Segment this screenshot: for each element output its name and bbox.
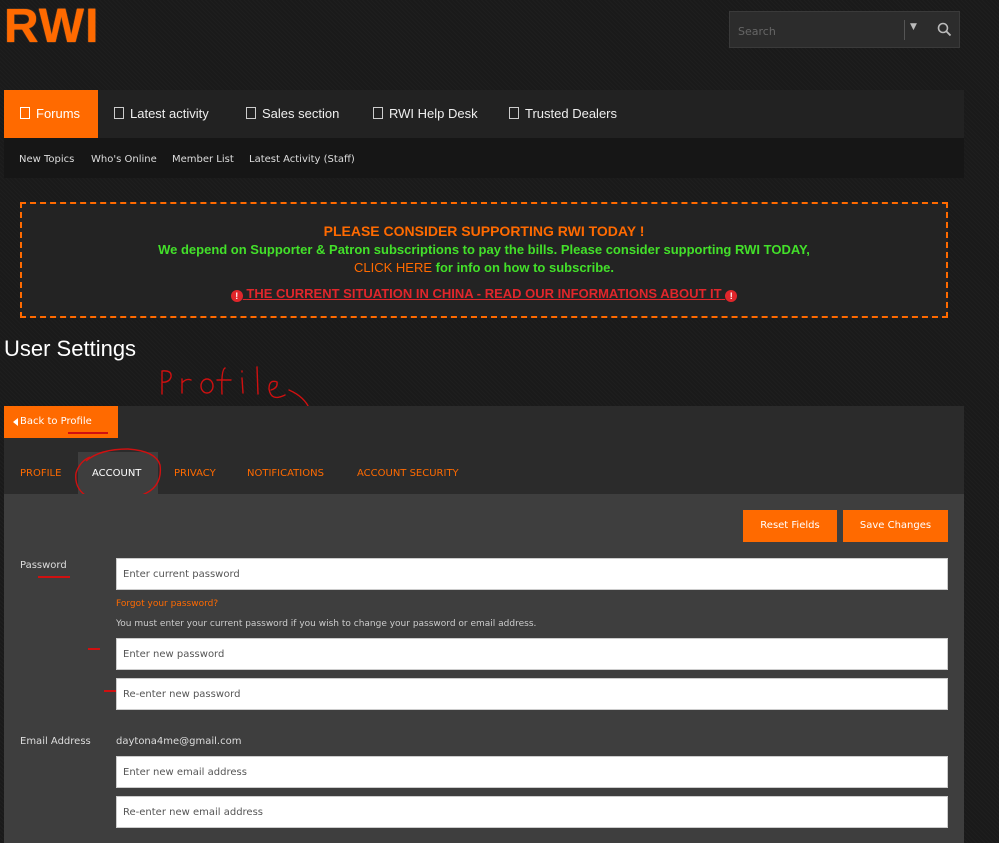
annotation-underline bbox=[68, 432, 108, 434]
page-icon bbox=[373, 107, 383, 119]
tab-notifications[interactable]: NOTIFICATIONS bbox=[247, 468, 324, 479]
current-password-input[interactable] bbox=[117, 559, 947, 589]
china-situation-text: THE CURRENT SITUATION IN CHINA - READ OU… bbox=[246, 286, 722, 301]
nav-forums[interactable]: Forums bbox=[4, 90, 98, 138]
subnav-new-topics[interactable]: New Topics bbox=[19, 138, 74, 181]
handwritten-profile-annotation bbox=[161, 366, 312, 411]
nav-label: RWI Help Desk bbox=[389, 106, 478, 121]
subnav-latest-activity-staff[interactable]: Latest Activity (Staff) bbox=[249, 138, 355, 181]
new-email-field[interactable] bbox=[116, 756, 948, 788]
nav-label: Sales section bbox=[262, 106, 340, 121]
forgot-password-link[interactable]: Forgot your password? bbox=[116, 599, 218, 609]
click-here-link[interactable]: CLICK HERE bbox=[354, 260, 432, 275]
page-icon bbox=[114, 107, 124, 119]
reenter-email-field[interactable] bbox=[116, 796, 948, 828]
warning-icon: ! bbox=[230, 290, 243, 302]
save-changes-button[interactable]: Save Changes bbox=[843, 510, 948, 542]
search-divider bbox=[904, 20, 905, 40]
page-icon bbox=[509, 107, 519, 119]
tab-profile[interactable]: PROFILE bbox=[20, 468, 61, 479]
new-password-field[interactable] bbox=[116, 638, 948, 670]
reenter-password-field[interactable] bbox=[116, 678, 948, 710]
new-email-input[interactable] bbox=[117, 757, 947, 787]
nav-label: Latest activity bbox=[130, 106, 209, 121]
reset-fields-button[interactable]: Reset Fields bbox=[743, 510, 837, 542]
subnav-member-list[interactable]: Member List bbox=[172, 138, 234, 181]
warning-icon: ! bbox=[725, 290, 738, 302]
site-logo[interactable]: RWI bbox=[4, 3, 99, 51]
back-button-label: Back to Profile bbox=[20, 416, 92, 427]
notice-text: We depend on Supporter & Patron subscrip… bbox=[158, 242, 810, 257]
nav-label: Trusted Dealers bbox=[525, 106, 617, 121]
china-situation-link[interactable]: ! THE CURRENT SITUATION IN CHINA - READ … bbox=[22, 286, 946, 302]
nav-help-desk[interactable]: RWI Help Desk bbox=[373, 90, 478, 138]
search-icon[interactable] bbox=[936, 21, 954, 39]
page-icon bbox=[246, 107, 256, 119]
annotation-dash bbox=[88, 648, 100, 650]
notice-heading: PLEASE CONSIDER SUPPORTING RWI TODAY ! bbox=[323, 223, 645, 239]
notice-subscribe-line: CLICK HERE for info on how to subscribe. bbox=[22, 260, 946, 275]
subnav-whos-online[interactable]: Who's Online bbox=[91, 138, 157, 181]
reenter-email-input[interactable] bbox=[117, 797, 947, 827]
current-password-field[interactable] bbox=[116, 558, 948, 590]
current-email-value: daytona4me@gmail.com bbox=[116, 736, 242, 747]
annotation-dash bbox=[104, 690, 116, 692]
annotation-underline bbox=[38, 576, 70, 578]
search-options-dropdown-icon[interactable]: ▼ bbox=[910, 22, 917, 32]
nav-trusted-dealers[interactable]: Trusted Dealers bbox=[509, 90, 617, 138]
password-hint: You must enter your current password if … bbox=[116, 619, 537, 629]
reenter-password-input[interactable] bbox=[117, 679, 947, 709]
nav-label: Forums bbox=[36, 106, 81, 121]
password-label: Password bbox=[20, 560, 67, 571]
tab-privacy[interactable]: PRIVACY bbox=[174, 468, 216, 479]
search-box[interactable]: ▼ bbox=[729, 11, 960, 48]
main-nav: Forums Latest activity Sales section RWI… bbox=[4, 90, 964, 138]
email-label: Email Address bbox=[20, 736, 91, 747]
sub-nav: New Topics Who's Online Member List Late… bbox=[4, 138, 964, 178]
support-notice: PLEASE CONSIDER SUPPORTING RWI TODAY ! W… bbox=[20, 202, 948, 318]
tab-account-security[interactable]: ACCOUNT SECURITY bbox=[357, 468, 459, 479]
page-title: User Settings bbox=[4, 336, 137, 361]
new-password-input[interactable] bbox=[117, 639, 947, 669]
search-input[interactable] bbox=[736, 20, 900, 42]
page-icon bbox=[20, 107, 30, 119]
notice-subscribe-text: for info on how to subscribe. bbox=[432, 260, 615, 275]
nav-latest-activity[interactable]: Latest activity bbox=[114, 90, 209, 138]
nav-sales-section[interactable]: Sales section bbox=[246, 90, 339, 138]
back-arrow-icon bbox=[13, 418, 18, 426]
